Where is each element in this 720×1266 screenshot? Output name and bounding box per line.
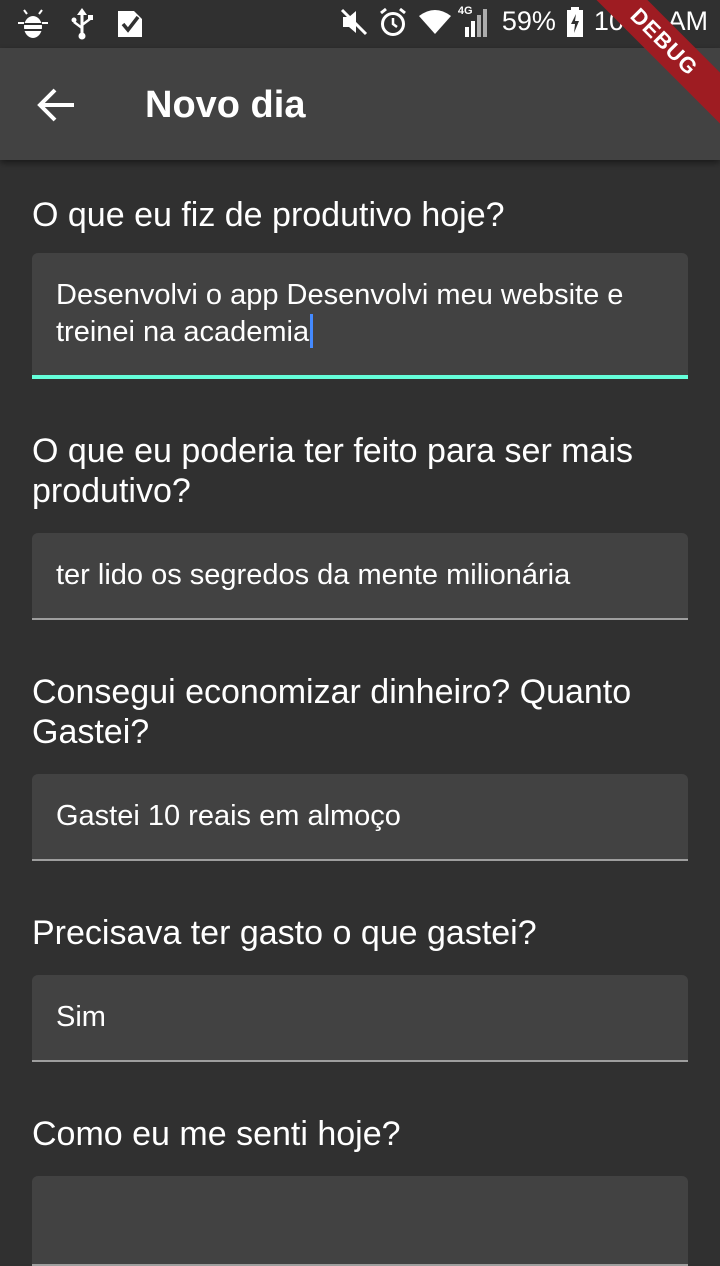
network-label: 4G [457, 4, 473, 17]
productive-input[interactable]: Desenvolvi o app Desenvolvi meu website … [32, 253, 688, 379]
improve-input-value: ter lido os segredos da mente milionária [56, 559, 571, 591]
battery-charging-icon [566, 6, 584, 37]
productive-input-value: Desenvolvi o app Desenvolvi meu website … [56, 279, 624, 348]
question-label-money: Consegui economizar dinheiro? Quanto Gas… [32, 673, 632, 751]
page-title: Novo dia [145, 84, 306, 126]
alarm-icon [378, 7, 408, 37]
question-label-improve: O que eu poderia ter feito para ser mais… [32, 432, 633, 510]
app-bar: Novo dia [0, 48, 720, 160]
mute-icon [340, 8, 368, 36]
task-check-icon [116, 9, 144, 39]
question-label-feeling: Como eu me senti hoje? [32, 1115, 401, 1153]
money-input[interactable]: Gastei 10 reais em almoço [32, 774, 688, 861]
money-input-value: Gastei 10 reais em almoço [56, 800, 401, 832]
battery-percent: 59% [501, 6, 556, 36]
needed-spend-input-value: Sim [56, 1001, 106, 1033]
improve-input[interactable]: ter lido os segredos da mente milionária [32, 533, 688, 620]
bug-icon [18, 8, 48, 40]
needed-spend-input[interactable]: Sim [32, 975, 688, 1062]
back-button[interactable] [30, 82, 82, 128]
usb-icon [70, 8, 94, 40]
signal-icon: 4G [458, 5, 492, 37]
question-label-needed-spend: Precisava ter gasto o que gastei? [32, 914, 537, 952]
text-caret [310, 314, 314, 348]
wifi-icon [418, 9, 452, 35]
journal-form: O que eu fiz de produtivo hoje? Desenvol… [32, 160, 688, 1266]
feeling-input[interactable] [32, 1176, 688, 1266]
question-label-productive: O que eu fiz de produtivo hoje? [32, 196, 505, 234]
arrow-back-icon [30, 88, 82, 132]
